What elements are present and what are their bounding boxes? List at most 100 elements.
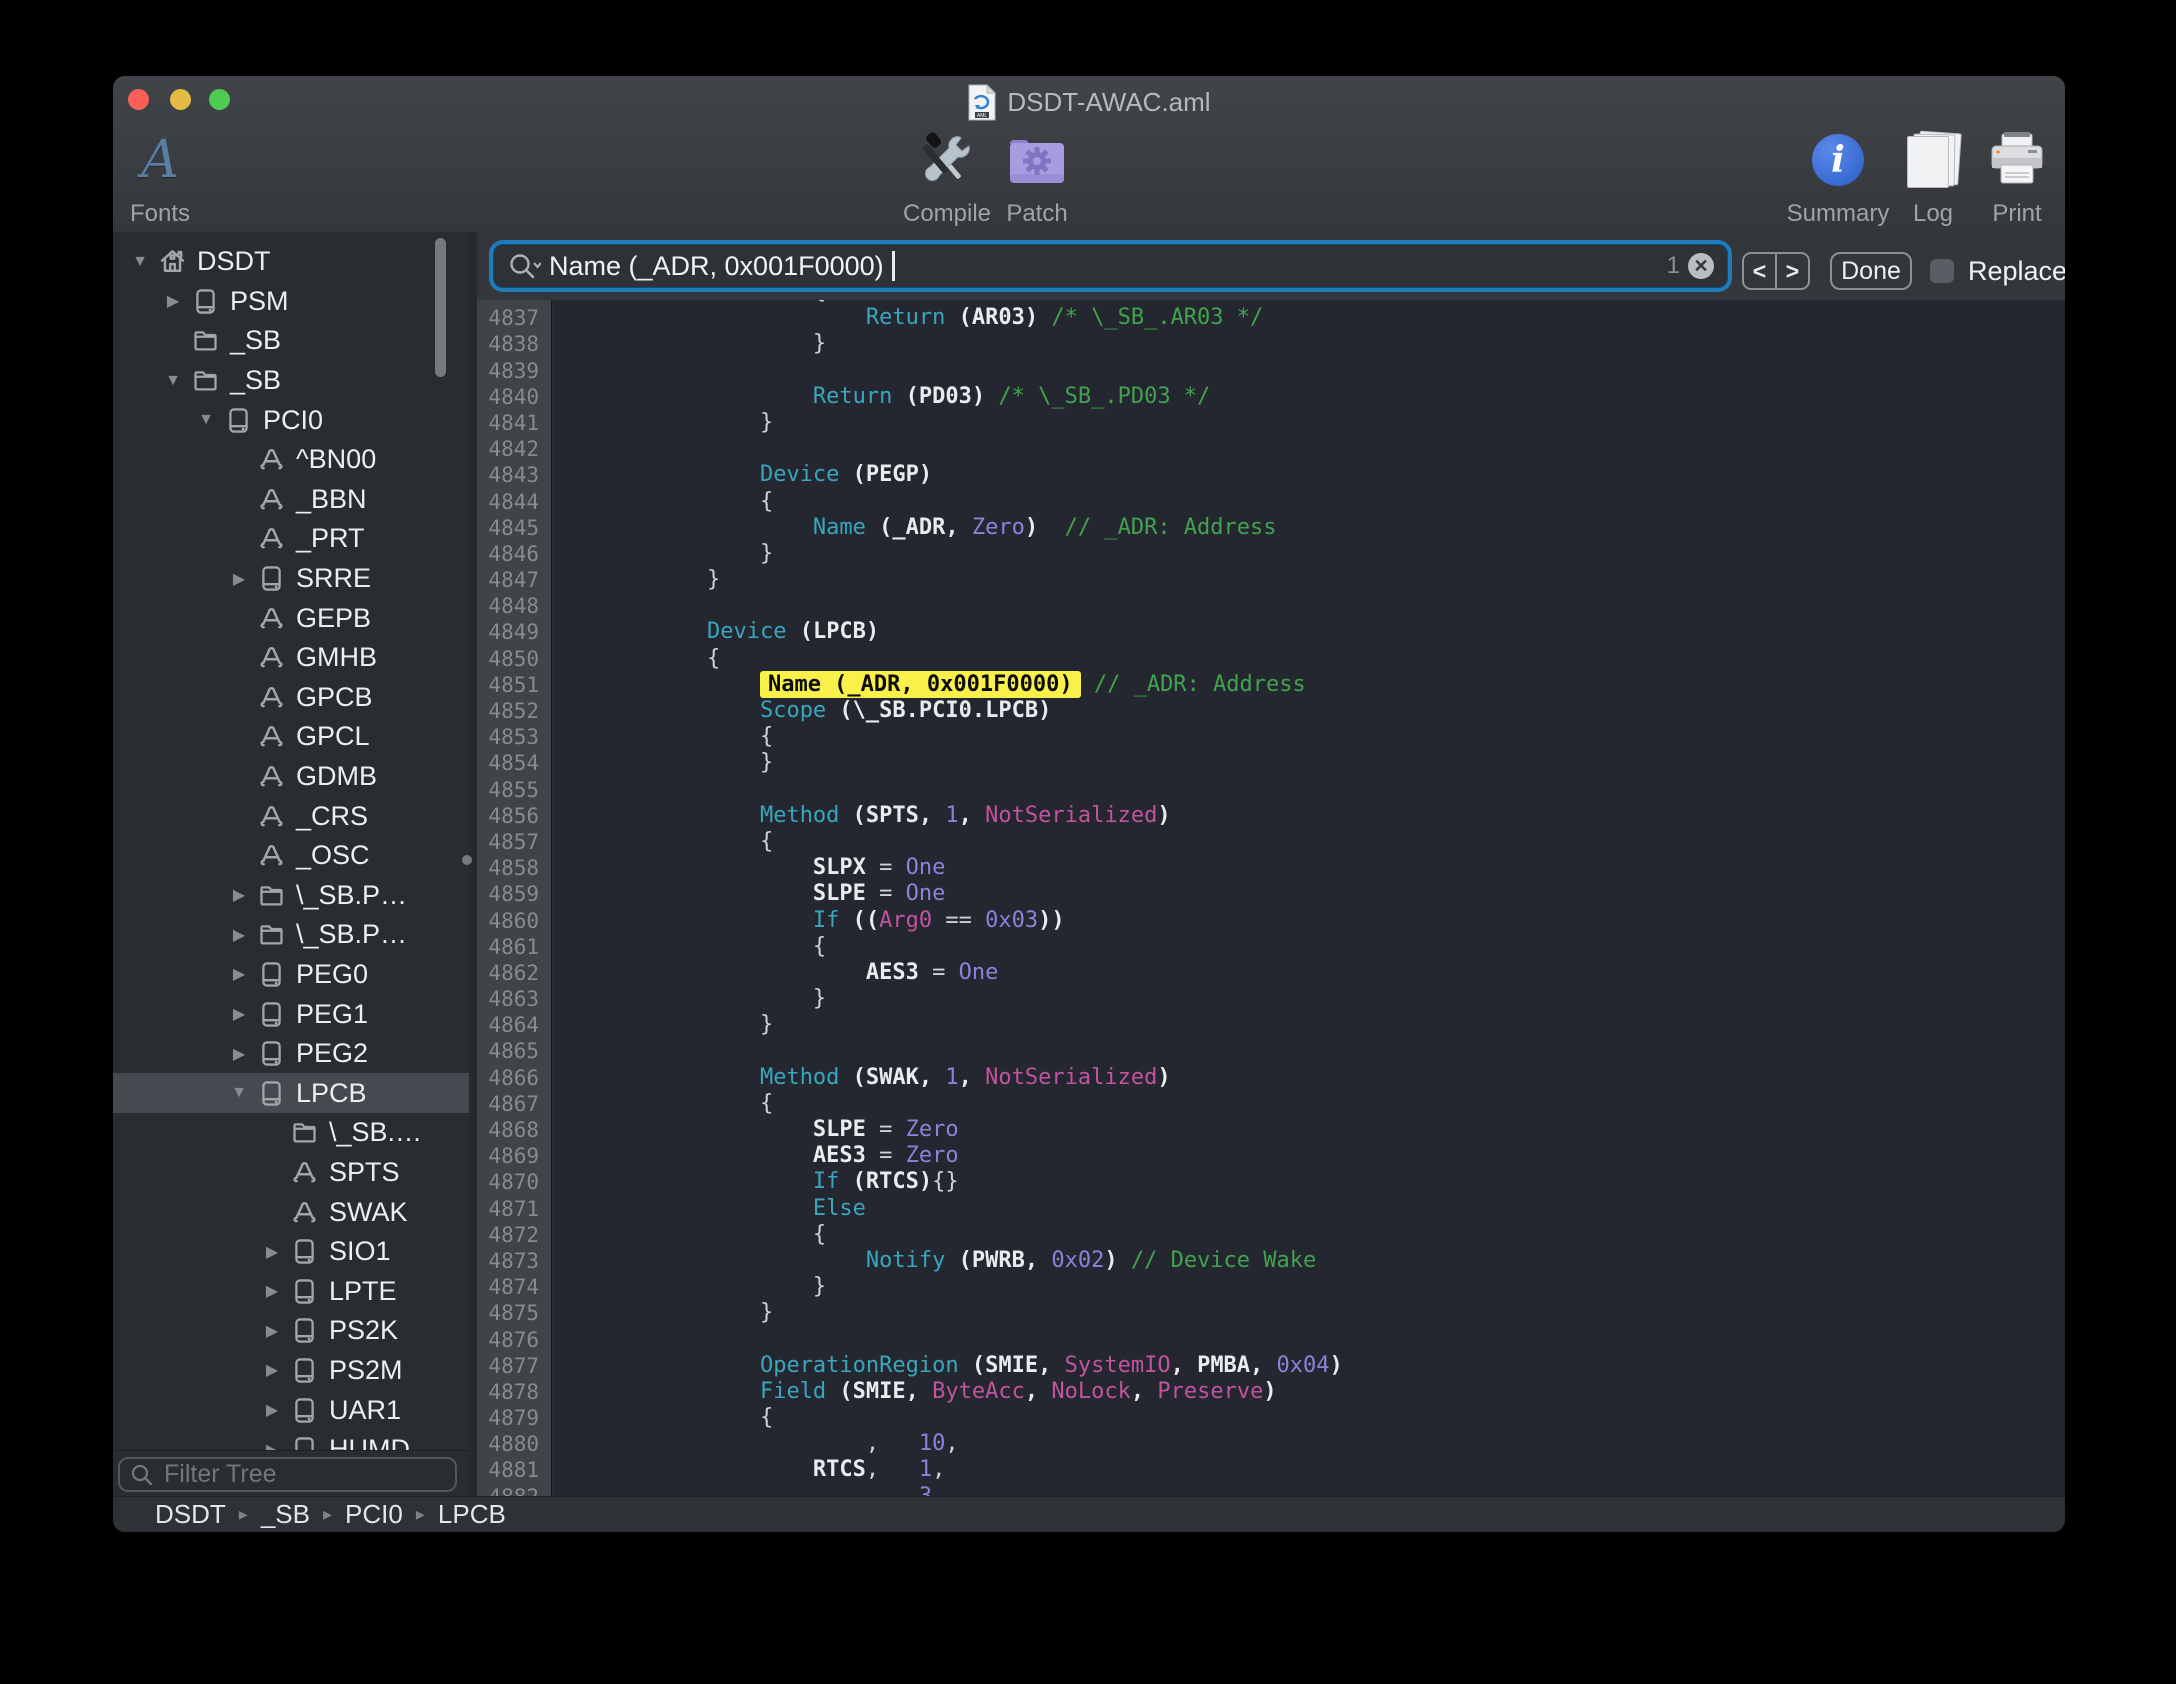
disclosure-right-icon[interactable]: ▶	[259, 1242, 285, 1262]
tree-item-ps2k[interactable]: ▶PS2K	[113, 1311, 469, 1351]
disclosure-right-icon[interactable]: ▶	[259, 1281, 285, 1301]
code-editor[interactable]: { Return (AR03) /* \_SB_.AR03 */ } Retur…	[553, 300, 2065, 1496]
tree-item-sb[interactable]: _SB	[113, 321, 469, 361]
disclosure-right-icon[interactable]: ▶	[226, 925, 252, 945]
tree-item-gdmb[interactable]: GDMB	[113, 757, 469, 797]
line-number: 4852	[477, 698, 551, 724]
tree-item-pci0[interactable]: ▼PCI0	[113, 400, 469, 440]
disclosure-right-icon[interactable]: ▶	[259, 1400, 285, 1420]
breadcrumb-item-dsdt[interactable]: DSDT	[155, 1499, 226, 1530]
line-number: 4846	[477, 541, 551, 567]
tree-item-peg2[interactable]: ▶PEG2	[113, 1034, 469, 1074]
fonts-button[interactable]: A Fonts	[113, 128, 240, 228]
disclosure-down-icon[interactable]: ▼	[127, 253, 153, 271]
tree-item-label: GMHB	[296, 642, 377, 673]
disclosure-down-icon[interactable]: ▼	[160, 372, 186, 390]
tree-item-sb[interactable]: ▼_SB	[113, 361, 469, 401]
device-icon	[285, 1316, 323, 1345]
line-number: 4840	[477, 384, 551, 410]
line-number: 4881	[477, 1457, 551, 1483]
code-line: }	[601, 750, 2065, 776]
device-icon	[285, 1237, 323, 1266]
done-button[interactable]: Done	[1830, 252, 1912, 290]
tree-item-sbp[interactable]: ▶\_SB.P…	[113, 915, 469, 955]
tree-item-dsdt[interactable]: ▼DSDT	[113, 242, 469, 282]
tree-item-label: _SB	[230, 325, 281, 356]
line-number: 4867	[477, 1091, 551, 1117]
code-line: Name (_ADR, Zero) // _ADR: Address	[601, 515, 2065, 541]
tree-item-sio1[interactable]: ▶SIO1	[113, 1232, 469, 1272]
tree-item-swak[interactable]: SWAK	[113, 1192, 469, 1232]
splitter-handle-icon[interactable]	[462, 855, 472, 865]
disclosure-right-icon[interactable]: ▶	[259, 1321, 285, 1341]
breadcrumb-item-sb[interactable]: _SB	[261, 1499, 310, 1530]
search-query: Name (_ADR, 0x001F0000)	[549, 251, 884, 282]
clear-search-icon[interactable]: ✕	[1688, 253, 1714, 279]
disclosure-right-icon[interactable]: ▶	[226, 1044, 252, 1064]
split-divider[interactable]	[469, 232, 477, 1496]
tree-item-gpcl[interactable]: GPCL	[113, 717, 469, 757]
line-number: 4848	[477, 593, 551, 619]
line-number: 4866	[477, 1065, 551, 1091]
tree-item-osc[interactable]: _OSC	[113, 836, 469, 876]
tree-item-label: _CRS	[296, 801, 368, 832]
tree-item-ps2m[interactable]: ▶PS2M	[113, 1351, 469, 1391]
disclosure-right-icon[interactable]: ▶	[226, 569, 252, 589]
code-line: }	[601, 541, 2065, 567]
tree-item-crs[interactable]: _CRS	[113, 796, 469, 836]
tree-item-humd[interactable]: ▶HUMD	[113, 1430, 469, 1450]
tree-item-sb[interactable]: \_SB.…	[113, 1113, 469, 1153]
device-icon	[219, 406, 257, 435]
search-input[interactable]: Name (_ADR, 0x001F0000) 1 ✕	[493, 244, 1728, 288]
replace-checkbox[interactable]	[1930, 259, 1954, 283]
tree-item-uar1[interactable]: ▶UAR1	[113, 1390, 469, 1430]
code-line	[601, 1327, 2065, 1353]
patch-button[interactable]: Patch	[957, 128, 1117, 228]
disclosure-right-icon[interactable]: ▶	[259, 1360, 285, 1380]
find-next-button[interactable]: >	[1777, 254, 1808, 288]
tree-item-prt[interactable]: _PRT	[113, 519, 469, 559]
breadcrumb-separator-icon: ▸	[239, 1504, 248, 1525]
disclosure-down-icon[interactable]: ▼	[193, 411, 219, 429]
disclosure-right-icon[interactable]: ▶	[226, 885, 252, 905]
disclosure-right-icon[interactable]: ▶	[226, 964, 252, 984]
breadcrumb-item-lpcb[interactable]: LPCB	[438, 1499, 506, 1530]
tree-item-peg1[interactable]: ▶PEG1	[113, 994, 469, 1034]
tree-item-psm[interactable]: ▶PSM	[113, 282, 469, 322]
tree-item-lpte[interactable]: ▶LPTE	[113, 1271, 469, 1311]
tree-item-srre[interactable]: ▶SRRE	[113, 559, 469, 599]
disclosure-right-icon[interactable]: ▶	[160, 291, 186, 311]
tree-item-label: \_SB.…	[329, 1117, 422, 1148]
method-icon	[252, 802, 290, 831]
breadcrumb-item-pci0[interactable]: PCI0	[345, 1499, 403, 1530]
tree-item-bn00[interactable]: ^BN00	[113, 440, 469, 480]
disclosure-right-icon[interactable]: ▶	[259, 1440, 285, 1450]
find-previous-button[interactable]: <	[1744, 254, 1777, 288]
device-icon	[252, 1079, 290, 1108]
line-number: 4882	[477, 1484, 551, 1496]
folder-icon	[252, 882, 290, 909]
code-line: {	[601, 724, 2065, 750]
tree-item-lpcb[interactable]: ▼LPCB	[113, 1073, 469, 1113]
disclosure-right-icon[interactable]: ▶	[226, 1004, 252, 1024]
method-icon	[285, 1158, 323, 1187]
code-line: {	[601, 934, 2065, 960]
code-line: {	[601, 646, 2065, 672]
tree-item-bbn[interactable]: _BBN	[113, 480, 469, 520]
disclosure-down-icon[interactable]: ▼	[226, 1084, 252, 1102]
tree-item-gmhb[interactable]: GMHB	[113, 638, 469, 678]
tree-item-spts[interactable]: SPTS	[113, 1153, 469, 1193]
print-button[interactable]: Print	[1937, 128, 2065, 228]
tree-item-sbp[interactable]: ▶\_SB.P…	[113, 876, 469, 916]
sidebar-scrollbar[interactable]	[435, 238, 446, 377]
tree-item-label: _PRT	[296, 523, 365, 554]
tree-item-label: GEPB	[296, 603, 371, 634]
tree-item-gepb[interactable]: GEPB	[113, 598, 469, 638]
line-number: 4880	[477, 1431, 551, 1457]
device-icon	[285, 1277, 323, 1306]
code-line: Device (PEGP)	[601, 462, 2065, 488]
device-icon	[186, 287, 224, 316]
filter-tree-input[interactable]: Filter Tree	[118, 1457, 457, 1492]
tree-item-gpcb[interactable]: GPCB	[113, 678, 469, 718]
tree-item-peg0[interactable]: ▶PEG0	[113, 955, 469, 995]
